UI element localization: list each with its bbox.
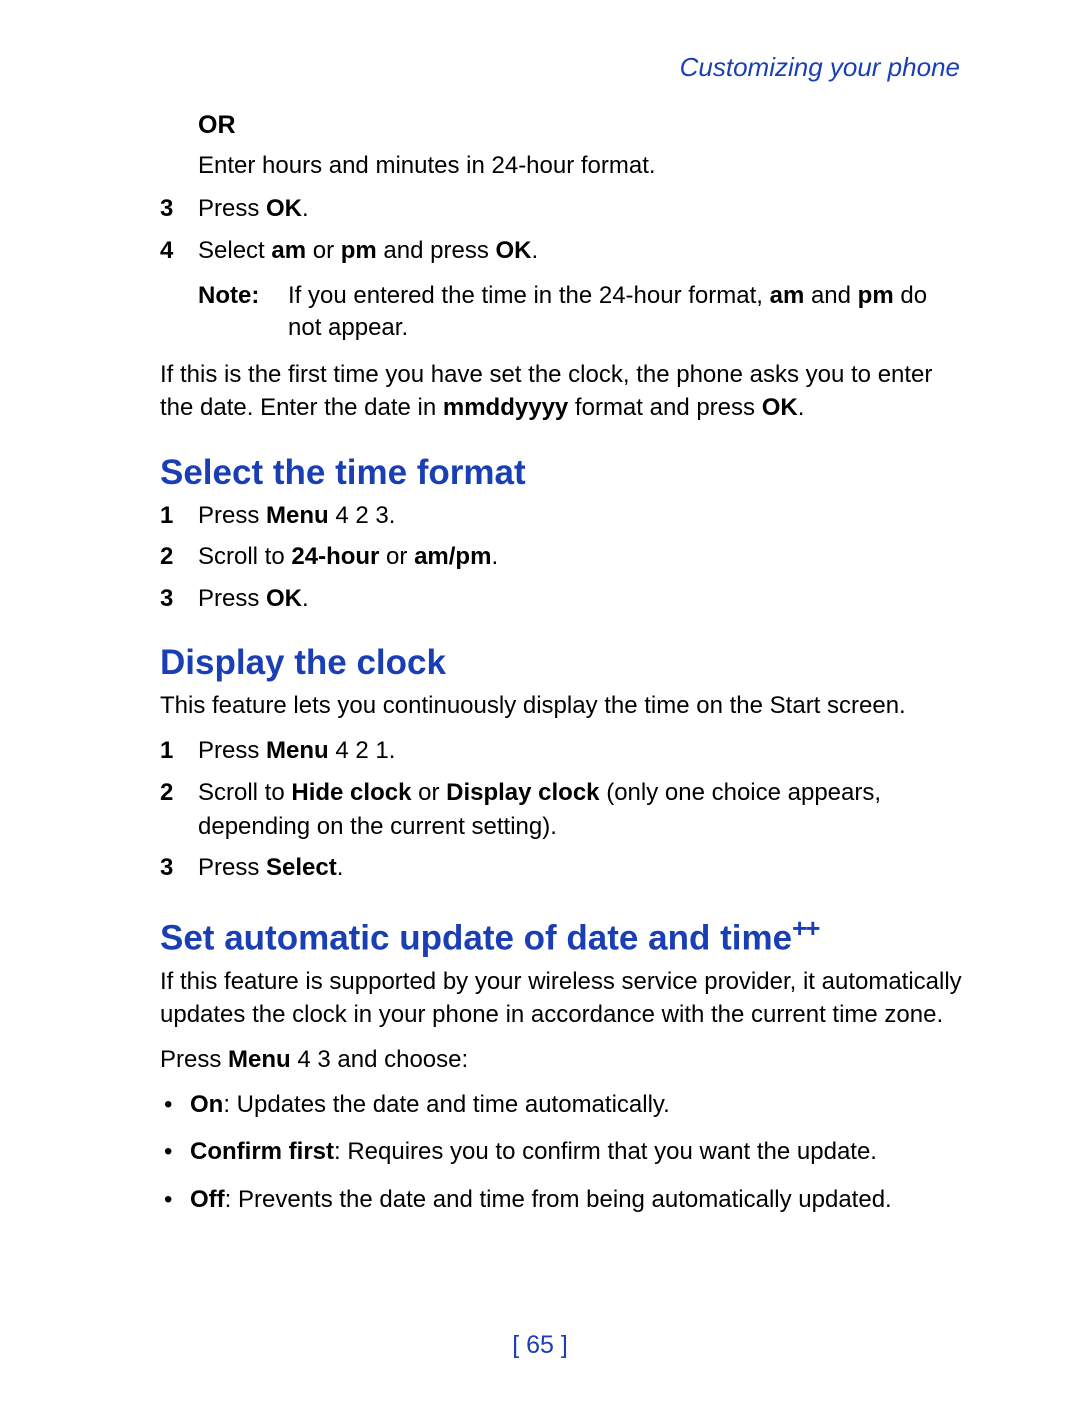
note-bold: pm: [858, 282, 894, 309]
step-bold: Hide clock: [291, 779, 411, 806]
step-text: Select: [198, 237, 271, 264]
time-format-step-2: Scroll to 24-hour or am/pm.: [160, 540, 965, 574]
paragraph-text: 4 3 and choose:: [291, 1046, 468, 1073]
paragraph-text: Press: [160, 1046, 228, 1073]
display-clock-step-3: Press Select.: [160, 851, 965, 885]
step-text: .: [302, 195, 309, 222]
paragraph-bold: OK: [762, 394, 798, 421]
step-text: 4 2 3.: [329, 502, 396, 529]
heading-display-clock: Display the clock: [160, 643, 965, 683]
option-text: : Updates the date and time automaticall…: [223, 1091, 669, 1118]
step-text: Press: [198, 195, 266, 222]
intro-step-3: Press OK.: [160, 192, 965, 226]
paragraph-text: .: [798, 394, 805, 421]
step-bold: Display clock: [446, 779, 599, 806]
intro-step-4: Select am or pm and press OK.: [160, 234, 965, 268]
page-number: [ 65 ]: [0, 1331, 1080, 1360]
intro-steps: Press OK. Select am or pm and press OK.: [160, 192, 965, 267]
step-text: or: [306, 237, 341, 264]
auto-update-option-confirm: Confirm first: Requires you to confirm t…: [160, 1135, 965, 1169]
heading-time-format: Select the time format: [160, 453, 965, 493]
auto-update-press-line: Press Menu 4 3 and choose:: [160, 1043, 965, 1076]
step-text: .: [337, 854, 344, 881]
step-bold: Menu: [266, 737, 329, 764]
display-clock-step-2: Scroll to Hide clock or Display clock (o…: [160, 776, 965, 843]
step-bold: OK: [266, 195, 302, 222]
step-text: Press: [198, 585, 266, 612]
step-text: 4 2 1.: [329, 737, 396, 764]
note-bold: am: [770, 282, 805, 309]
auto-update-desc: If this feature is supported by your wir…: [160, 965, 965, 1031]
auto-update-option-off: Off: Prevents the date and time from bei…: [160, 1183, 965, 1217]
step-bold: am/pm: [414, 543, 491, 570]
note-text: If you entered the time in the 24-hour f…: [288, 282, 770, 309]
step-text: Press: [198, 502, 266, 529]
auto-update-option-on: On: Updates the date and time automatica…: [160, 1088, 965, 1122]
display-clock-step-1: Press Menu 4 2 1.: [160, 734, 965, 768]
step-text: Press: [198, 854, 266, 881]
step-bold: am: [271, 237, 306, 264]
option-text: : Prevents the date and time from being …: [225, 1186, 892, 1213]
step-text: .: [302, 585, 309, 612]
note-body: If you entered the time in the 24-hour f…: [288, 280, 965, 345]
time-format-steps: Press Menu 4 2 3. Scroll to 24-hour or a…: [160, 499, 965, 616]
step-text: Press: [198, 737, 266, 764]
step-bold: Menu: [266, 502, 329, 529]
note-label: Note:: [198, 280, 288, 345]
auto-update-options: On: Updates the date and time automatica…: [160, 1088, 965, 1217]
note-block: Note: If you entered the time in the 24-…: [198, 280, 965, 345]
step-text: .: [531, 237, 538, 264]
heading-auto-update: Set automatic update of date and time++: [160, 913, 965, 959]
paragraph-bold: mmddyyyy: [443, 394, 568, 421]
step-text: Scroll to: [198, 779, 291, 806]
step-bold: Select: [266, 854, 337, 881]
step-text: or: [379, 543, 414, 570]
time-format-step-1: Press Menu 4 2 3.: [160, 499, 965, 533]
step-bold: OK: [495, 237, 531, 264]
option-bold: Confirm first: [190, 1138, 334, 1165]
step-bold: pm: [341, 237, 377, 264]
display-clock-desc: This feature lets you continuously displ…: [160, 689, 965, 722]
step-text: .: [491, 543, 498, 570]
step-bold: OK: [266, 585, 302, 612]
note-text: and: [804, 282, 857, 309]
time-format-step-3: Press OK.: [160, 582, 965, 616]
heading-text: Set automatic update of date and time: [160, 919, 792, 958]
or-label: OR: [198, 111, 965, 140]
step-bold: 24-hour: [291, 543, 379, 570]
step-text: Scroll to: [198, 543, 291, 570]
first-time-paragraph: If this is the first time you have set t…: [160, 358, 965, 424]
step-text: and press: [377, 237, 496, 264]
heading-superscript: ++: [792, 913, 818, 943]
manual-page: Customizing your phone OR Enter hours an…: [0, 0, 1080, 1412]
option-bold: On: [190, 1091, 223, 1118]
paragraph-bold: Menu: [228, 1046, 291, 1073]
section-header-link: Customizing your phone: [160, 52, 965, 83]
or-text: Enter hours and minutes in 24-hour forma…: [198, 150, 965, 182]
display-clock-steps: Press Menu 4 2 1. Scroll to Hide clock o…: [160, 734, 965, 884]
option-text: : Requires you to confirm that you want …: [334, 1138, 877, 1165]
step-text: or: [411, 779, 446, 806]
option-bold: Off: [190, 1186, 225, 1213]
paragraph-text: format and press: [568, 394, 761, 421]
